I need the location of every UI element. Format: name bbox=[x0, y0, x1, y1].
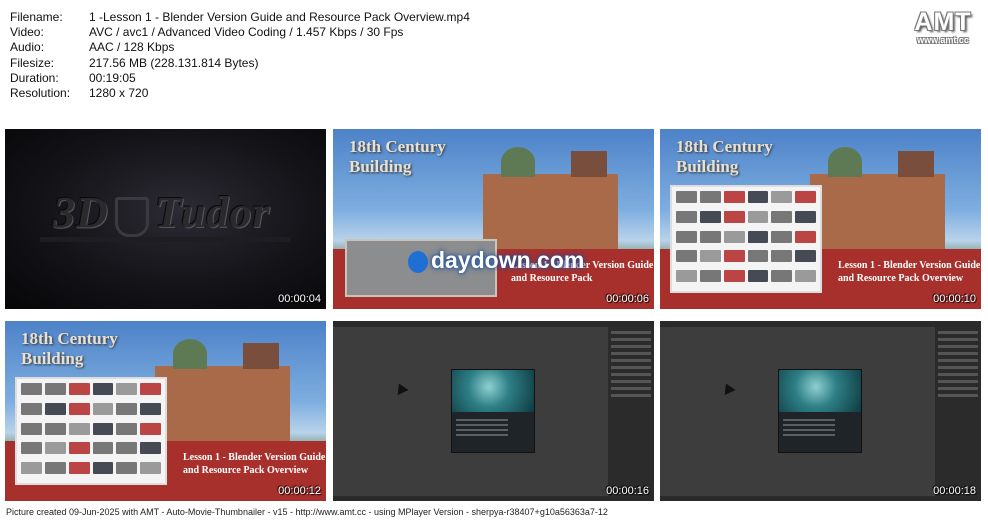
building-image bbox=[483, 174, 618, 254]
timestamp: 00:00:12 bbox=[278, 485, 321, 497]
watermark: daydown.com bbox=[408, 247, 584, 274]
info-label: Video: bbox=[10, 25, 44, 40]
info-value: AAC / 128 Kbps bbox=[89, 40, 175, 55]
file-info: Filename: 1 -Lesson 1 - Blender Version G… bbox=[10, 10, 470, 101]
cursor-icon bbox=[720, 380, 736, 396]
lesson-title: Lesson 1 - Blender Version Guide and Reso… bbox=[838, 260, 981, 284]
thumbnail-4[interactable]: 18th Century Building Lesson 1 - Blender … bbox=[5, 321, 326, 501]
timestamp: 00:00:10 bbox=[933, 293, 976, 305]
thumbnail-2[interactable]: 18th Century Building Lesson 1 - Blender … bbox=[333, 129, 654, 309]
blender-header bbox=[333, 321, 654, 327]
thumbnail-3[interactable]: 18th Century Building Lesson 1 - Blender … bbox=[660, 129, 981, 309]
info-row-filename: Filename: 1 -Lesson 1 - Blender Version G… bbox=[10, 10, 470, 25]
dome-shape bbox=[501, 147, 535, 177]
building-image bbox=[155, 366, 290, 446]
amt-logo-text: AMT bbox=[914, 8, 972, 36]
timestamp: 00:00:06 bbox=[606, 293, 649, 305]
gable-shape bbox=[571, 151, 607, 177]
shield-icon bbox=[114, 196, 149, 237]
info-label: Duration: bbox=[10, 70, 59, 85]
thumbnail-5[interactable]: 00:00:16 bbox=[333, 321, 654, 501]
slide-title: 18th Century Building bbox=[349, 137, 446, 176]
info-value: 217.56 MB (228.131.814 Bytes) bbox=[89, 55, 259, 70]
info-row-video: Video: AVC / avc1 / Advanced Video Coding… bbox=[10, 25, 470, 40]
info-value: 1280 x 720 bbox=[89, 86, 149, 101]
timestamp: 00:00:16 bbox=[606, 485, 649, 497]
blender-header bbox=[660, 321, 981, 327]
blender-sidebar bbox=[608, 327, 654, 496]
3d-tudor-logo: 3D Tudor bbox=[53, 187, 271, 238]
daydown-icon bbox=[408, 250, 428, 273]
blender-splash bbox=[778, 369, 862, 453]
thumbnail-6[interactable]: 00:00:18 bbox=[660, 321, 981, 501]
info-label: Filesize: bbox=[10, 55, 55, 70]
info-label: Resolution: bbox=[10, 86, 71, 101]
dome-shape bbox=[173, 339, 207, 369]
info-label: Audio: bbox=[10, 40, 45, 55]
amt-logo-url: www.amt.cc bbox=[917, 35, 969, 45]
info-row-resolution: Resolution: 1280 x 720 bbox=[10, 86, 470, 101]
resource-pack-preview bbox=[15, 377, 167, 485]
brand-right: Tudor bbox=[154, 188, 271, 237]
blender-splash bbox=[451, 369, 535, 453]
info-value: AVC / avc1 / Advanced Video Coding / 1.4… bbox=[89, 25, 404, 40]
gable-shape bbox=[243, 343, 279, 369]
blender-sidebar bbox=[935, 327, 981, 496]
thumbnail-1[interactable]: 3D Tudor 00:00:04 bbox=[5, 129, 326, 309]
slide-title: 18th Century Building bbox=[676, 137, 773, 176]
footer-credit: Picture created 09-Jun-2025 with AMT - A… bbox=[6, 507, 608, 517]
lesson-title: Lesson 1 - Blender Version Guide and Reso… bbox=[183, 452, 326, 476]
dome-shape bbox=[828, 147, 862, 177]
timestamp: 00:00:18 bbox=[933, 485, 976, 497]
info-value: 1 -Lesson 1 - Blender Version Guide and … bbox=[89, 10, 470, 24]
info-row-filesize: Filesize: 217.56 MB (228.131.814 Bytes) bbox=[10, 56, 470, 71]
building-image bbox=[810, 174, 945, 254]
info-row-audio: Audio: AAC / 128 Kbps bbox=[10, 40, 470, 55]
slide-title: 18th Century Building bbox=[21, 329, 118, 368]
timestamp: 00:00:04 bbox=[278, 293, 321, 305]
info-label: Filename: bbox=[10, 10, 63, 24]
info-value: 00:19:05 bbox=[89, 70, 136, 85]
cursor-icon bbox=[393, 380, 409, 396]
gable-shape bbox=[898, 151, 934, 177]
info-row-duration: Duration: 00:19:05 bbox=[10, 71, 470, 86]
brand-left: 3D bbox=[53, 188, 109, 237]
resource-pack-preview bbox=[670, 185, 822, 293]
amt-logo: AMT www.amt.cc bbox=[910, 8, 976, 45]
